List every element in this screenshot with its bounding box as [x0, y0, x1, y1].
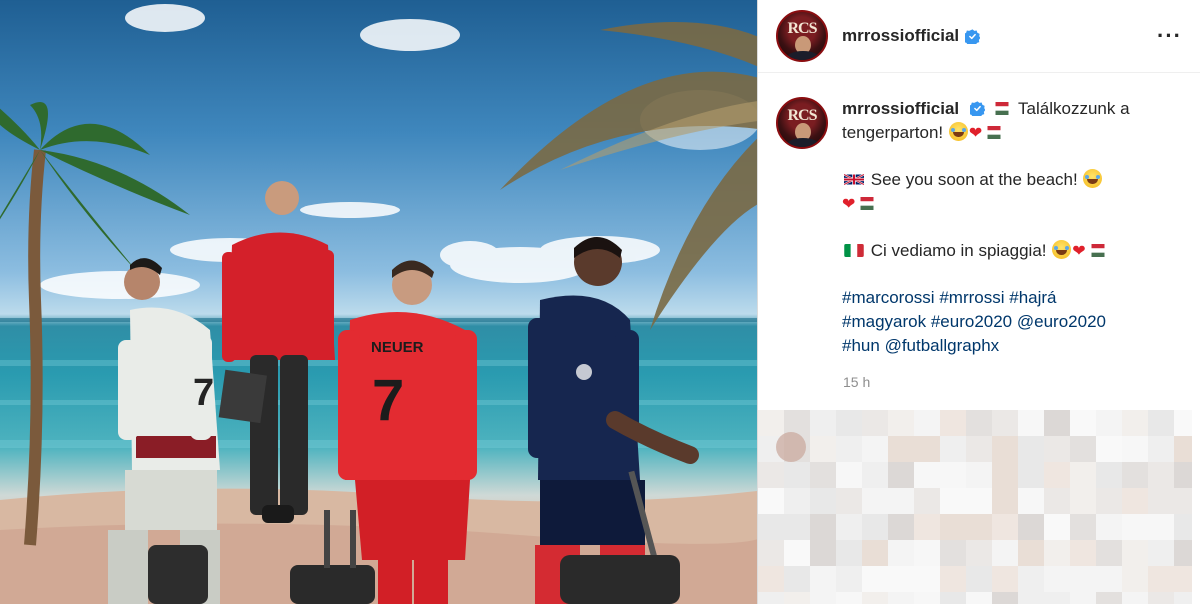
hashtag-link[interactable]: #hajrá — [1009, 288, 1056, 307]
beach-scene-illustration: 7 NEUER 7 — [0, 4, 758, 604]
avatar[interactable]: RCS — [776, 10, 828, 62]
hashtag-block: #marcorossi #mrrossi #hajrá #magyarok #e… — [842, 286, 1182, 358]
clouds — [40, 4, 758, 299]
hashtag-link[interactable]: #magyarok — [842, 312, 926, 331]
mention-link[interactable]: @euro2020 — [1017, 312, 1106, 331]
post-sidebar: RCS mrrossiofficial ··· RCS mrrossioffic… — [758, 0, 1200, 604]
laughing-face-icon — [1083, 169, 1103, 188]
laughing-face-icon — [948, 122, 968, 141]
verified-badge-icon — [969, 101, 985, 116]
red-heart-icon: ❤ — [968, 125, 983, 142]
laughing-face-icon — [1052, 240, 1072, 259]
post-header: RCS mrrossiofficial ··· — [758, 0, 1200, 73]
hashtag-link[interactable]: #euro2020 — [931, 312, 1012, 331]
post-image[interactable]: 7 NEUER 7 — [0, 0, 758, 604]
red-heart-icon: ❤ — [842, 196, 856, 213]
figure-coach — [218, 181, 335, 523]
flag-italy-icon — [844, 244, 864, 257]
keeper-number: 7 — [372, 368, 404, 433]
mention-link[interactable]: @futballgraphx — [885, 336, 1000, 355]
caption-line-italian: Ci vediamo in spiaggia! — [870, 241, 1047, 260]
flag-hungary-icon — [860, 197, 874, 210]
post-timestamp[interactable]: 15 h — [758, 358, 1200, 390]
keeper-name-print: NEUER — [371, 339, 424, 356]
redacted-comments — [758, 410, 1192, 604]
username-link[interactable]: mrrossiofficial — [842, 26, 959, 46]
caption-avatar[interactable]: RCS — [776, 97, 828, 149]
palm-fronds-right — [500, 22, 758, 330]
figure-player-left: 7 — [108, 258, 220, 604]
hashtag-link[interactable]: #mrrossi — [939, 288, 1004, 307]
left-player-number: 7 — [193, 372, 214, 414]
hashtag-link[interactable]: #hun — [842, 336, 880, 355]
caption-text: mrrossiofficial Találkozzunk a tengerpar… — [842, 97, 1182, 358]
hashtag-link[interactable]: #marcorossi — [842, 288, 935, 307]
verified-badge-icon — [965, 28, 981, 44]
flag-uk-icon — [844, 173, 864, 186]
instagram-post: 7 NEUER 7 RCS mrrossiofficial ··· RCS mr… — [0, 0, 1200, 604]
red-heart-icon: ❤ — [1072, 243, 1086, 260]
caption-section: RCS mrrossiofficial Találkozzunk a tenge… — [758, 73, 1200, 358]
more-horizontal-icon[interactable]: ··· — [1157, 25, 1182, 47]
caption-line-english: See you soon at the beach! — [870, 170, 1078, 189]
flag-hungary-icon — [995, 102, 1009, 115]
flag-hungary-icon — [1091, 244, 1105, 257]
flag-hungary-icon — [987, 126, 1001, 139]
caption-username[interactable]: mrrossiofficial — [842, 99, 959, 118]
